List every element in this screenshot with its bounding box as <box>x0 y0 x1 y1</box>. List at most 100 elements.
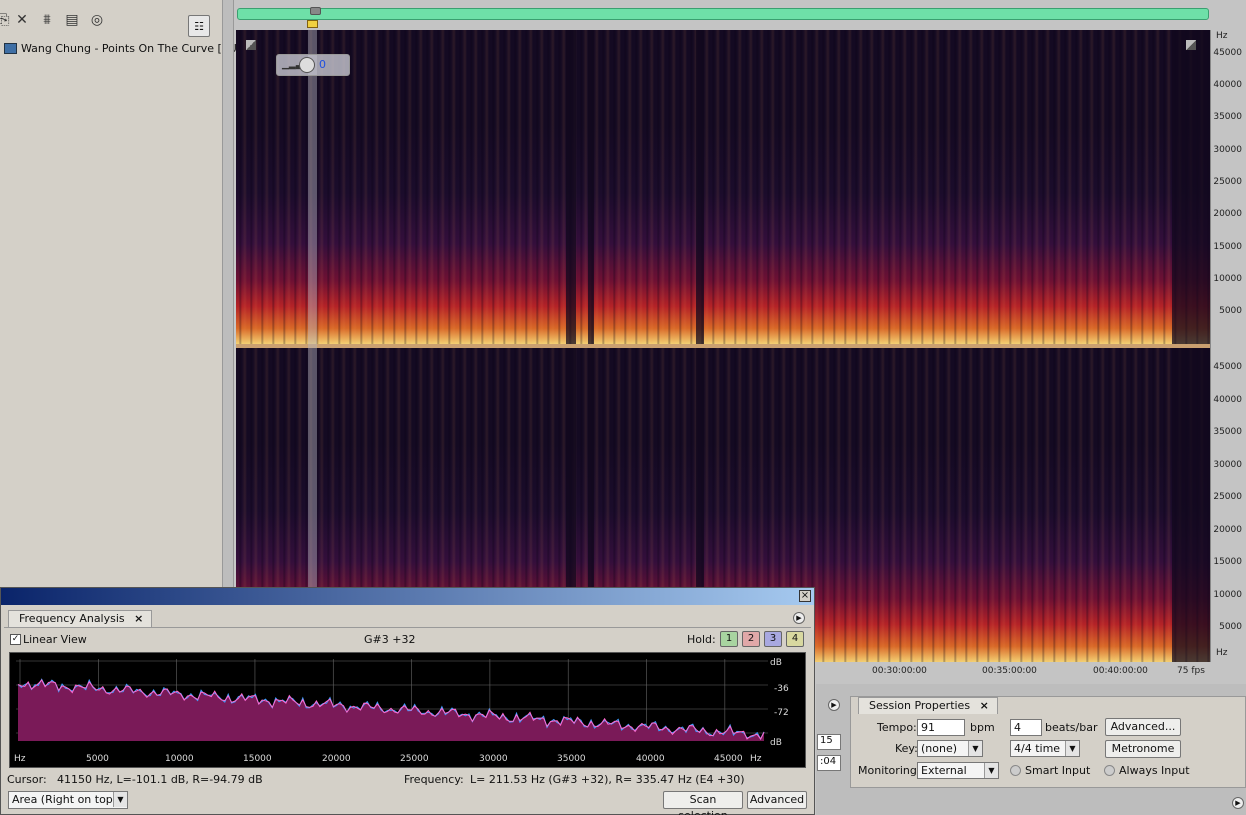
hz-tick: 20000 <box>1213 209 1242 219</box>
panel-menu-icon[interactable]: ▶ <box>828 699 840 711</box>
close-icon[interactable]: × <box>799 590 811 602</box>
time-ruler[interactable]: 00:30:00:00 00:35:00:00 00:40:00:00 75 f… <box>816 662 1246 684</box>
files-toolbar: ⎘ ✕ ⩩ ▤ ◎ ☷ <box>0 6 222 37</box>
db-tick: dB <box>770 738 782 748</box>
always-input-radio[interactable] <box>1104 765 1115 776</box>
hold-button-1[interactable]: 1 <box>720 631 738 647</box>
hz-tick: 40000 <box>1213 80 1242 90</box>
hz-tick: 5000 <box>1219 622 1242 632</box>
tab-frequency-analysis[interactable]: Frequency Analysis × <box>8 610 153 627</box>
monitoring-select[interactable]: External ▼ <box>917 762 999 779</box>
smart-input-radio[interactable] <box>1010 765 1021 776</box>
window-titlebar[interactable] <box>1 588 814 605</box>
db-tick: dB <box>770 658 782 668</box>
db-tick: -36 <box>774 684 789 694</box>
x-tick-label: 10000 <box>165 754 194 764</box>
hold-label: Hold: <box>687 633 716 646</box>
linear-view-checkbox[interactable]: ✓ <box>10 634 21 645</box>
x-tick-label: 25000 <box>400 754 429 764</box>
zoom-navigator-bar[interactable] <box>237 7 1209 20</box>
hold-button-4[interactable]: 4 <box>786 631 804 647</box>
file-name: Wang Chung - Points On The Curve [EU]. <box>21 41 245 55</box>
time-field[interactable]: 15 <box>817 734 841 750</box>
time-signature-value: 4/4 time <box>1014 742 1061 755</box>
x-tick-label: Hz <box>750 754 762 764</box>
view-mode-select[interactable]: Area (Right on top) ▼ <box>8 791 128 809</box>
key-select-value: (none) <box>921 742 958 755</box>
frequency-graph[interactable]: dB -36 -72 dB Hz 5000 10000 15000 20000 25000… <box>9 652 806 768</box>
x-tick-label: 45000 <box>714 754 743 764</box>
zoom-corner-right-icon[interactable] <box>1186 40 1196 50</box>
hz-tick: 10000 <box>1213 274 1242 284</box>
close-icon[interactable]: × <box>980 699 989 712</box>
playhead-line[interactable] <box>308 30 317 662</box>
key-select[interactable]: (none) ▼ <box>917 740 983 757</box>
x-tick-label: 15000 <box>243 754 272 764</box>
monitoring-label: Monitoring: <box>858 764 921 777</box>
time-signature-select[interactable]: 4/4 time ▼ <box>1010 740 1080 757</box>
panel-menu-icon[interactable]: ▶ <box>1232 797 1244 809</box>
scan-selection-button[interactable]: Scan selection <box>663 791 743 815</box>
hz-unit-label: Hz <box>1216 31 1228 41</box>
audio-file-icon <box>4 42 17 54</box>
frequency-label: Frequency: <box>404 773 464 786</box>
beats-per-bar-input[interactable]: 4 <box>1010 719 1042 736</box>
tab-session-properties[interactable]: Session Properties × <box>858 697 998 714</box>
volume-knob[interactable] <box>299 57 315 73</box>
playhead-marker-icon[interactable] <box>307 20 318 28</box>
hz-tick: 30000 <box>1213 460 1242 470</box>
x-tick-label: 40000 <box>636 754 665 764</box>
play-file-icon[interactable]: ◎ <box>87 10 107 30</box>
frequency-ruler: Hz 45000 40000 35000 30000 25000 20000 1… <box>1210 30 1246 662</box>
hz-tick: 15000 <box>1213 242 1242 252</box>
quiet-gap <box>696 30 704 344</box>
time-tick: 00:35:00:00 <box>982 666 1037 676</box>
chevron-down-icon[interactable]: ▼ <box>113 792 127 807</box>
hz-tick: 20000 <box>1213 525 1242 535</box>
monitoring-value: External <box>921 764 967 777</box>
quiet-gap <box>1172 30 1210 344</box>
volume-value[interactable]: 0 <box>319 58 326 71</box>
hz-tick: 15000 <box>1213 557 1242 567</box>
panel-menu-icon[interactable]: ▶ <box>793 612 805 624</box>
close-icon[interactable]: × <box>134 612 143 625</box>
hz-tick: 45000 <box>1213 362 1242 372</box>
time-field[interactable]: :04 <box>817 755 841 771</box>
zoom-navigator-thumb[interactable] <box>310 7 321 15</box>
x-tick-label: 35000 <box>557 754 586 764</box>
cursor-label: Cursor: <box>7 773 47 786</box>
advanced-button[interactable]: Advanced <box>747 791 807 809</box>
insert-cd-list-icon[interactable]: ▤ <box>62 10 82 30</box>
quiet-gap <box>566 30 576 344</box>
files-panel: ⎘ ✕ ⩩ ▤ ◎ ☷ Wang Chung - Points On The C… <box>0 0 245 590</box>
hz-tick: 35000 <box>1213 112 1242 122</box>
frequency-analysis-content: ✓ Linear View G#3 +32 Hold: 1 2 3 4 dB -… <box>4 627 811 815</box>
frequency-analysis-tab-label: Frequency Analysis <box>19 612 125 625</box>
chevron-down-icon[interactable]: ▼ <box>984 763 998 778</box>
zoom-corner-left-icon[interactable] <box>246 40 256 50</box>
time-tick: 00:40:00:00 <box>1093 666 1148 676</box>
insert-multitrack-icon[interactable]: ⩩ <box>37 10 57 30</box>
hold-button-3[interactable]: 3 <box>764 631 782 647</box>
session-tab-label: Session Properties <box>869 699 971 712</box>
cursor-readout: 41150 Hz, L=-101.1 dB, R=-94.79 dB <box>57 773 263 786</box>
frequency-analysis-window: × ▶ Frequency Analysis × ✓ Linear View G… <box>0 587 815 815</box>
volume-hud[interactable]: ▁▂▃▅ 0 <box>276 54 350 76</box>
hold-button-2[interactable]: 2 <box>742 631 760 647</box>
list-view-toggle-icon[interactable]: ☷ <box>188 15 210 37</box>
tempo-label: Tempo: <box>877 721 917 734</box>
chevron-down-icon[interactable]: ▼ <box>968 741 982 756</box>
hz-tick: 35000 <box>1213 427 1242 437</box>
file-list-item[interactable]: Wang Chung - Points On The Curve [EU]. <box>4 40 245 56</box>
bpm-label: bpm <box>970 721 995 734</box>
db-tick: -72 <box>774 708 789 718</box>
spectrogram-left-channel[interactable] <box>236 30 1210 344</box>
tempo-input[interactable]: 91 <box>917 719 965 736</box>
chevron-down-icon[interactable]: ▼ <box>1065 741 1079 756</box>
advanced-tempo-button[interactable]: Advanced... <box>1105 718 1181 736</box>
hz-unit-label: Hz <box>1216 648 1228 658</box>
graph-x-axis: Hz 5000 10000 15000 20000 25000 30000 35000 4000… <box>14 754 762 764</box>
metronome-button[interactable]: Metronome <box>1105 740 1181 758</box>
close-file-icon[interactable]: ✕ <box>12 10 32 30</box>
spectral-display[interactable]: ▁▂▃▅ 0 <box>236 30 1210 662</box>
